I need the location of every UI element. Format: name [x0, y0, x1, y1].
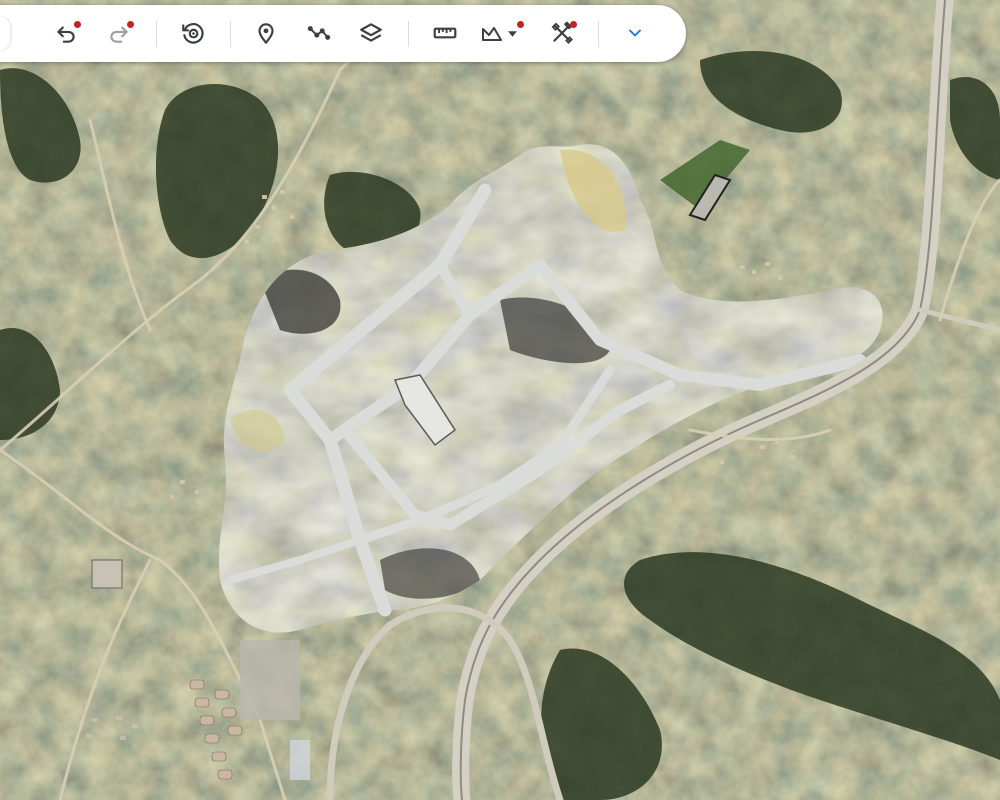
- measure-button[interactable]: [426, 14, 464, 52]
- tools-badge: [570, 21, 577, 28]
- separator: [156, 21, 157, 47]
- history-icon: [182, 23, 204, 44]
- tools-button[interactable]: [543, 14, 581, 52]
- undo-badge: [74, 21, 81, 28]
- search-box-edge[interactable]: [0, 17, 10, 50]
- satellite-map[interactable]: [0, 0, 1000, 800]
- map-toolbar: [0, 5, 686, 62]
- redo-badge: [127, 21, 134, 28]
- placemark-icon: [258, 23, 274, 44]
- draw-path-button[interactable]: [300, 14, 338, 52]
- undo-button[interactable]: [47, 14, 85, 52]
- redo-button[interactable]: [100, 14, 138, 52]
- separator: [598, 21, 599, 47]
- layers-button[interactable]: [352, 14, 390, 52]
- add-placemark-button[interactable]: [247, 14, 285, 52]
- terrain-button[interactable]: [476, 14, 524, 52]
- separator: [408, 21, 409, 47]
- layers-icon: [360, 23, 382, 42]
- terrain-icon: [482, 27, 502, 41]
- chevron-down-icon: [629, 29, 641, 37]
- terrain-badge: [517, 21, 524, 28]
- caret-down-icon: [508, 30, 517, 37]
- history-button[interactable]: [174, 14, 212, 52]
- path-icon: [307, 26, 331, 40]
- expand-toolbar-button[interactable]: [616, 14, 654, 52]
- ruler-icon: [433, 27, 457, 39]
- separator: [230, 21, 231, 47]
